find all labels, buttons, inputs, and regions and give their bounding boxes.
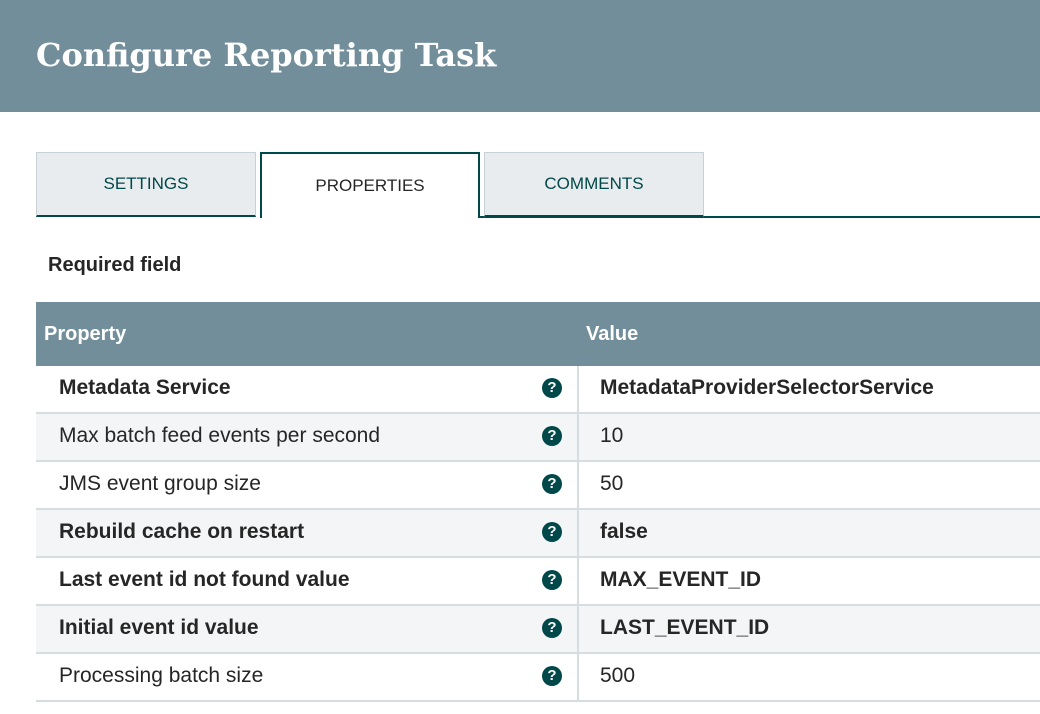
property-name: JMS event group size <box>59 472 261 495</box>
header-value[interactable]: Value <box>586 323 638 346</box>
tab-comments[interactable]: COMMENTS <box>484 152 704 217</box>
column-divider <box>577 510 579 556</box>
required-field-legend: Required field <box>48 254 182 276</box>
table-header: Property Value <box>36 302 1040 366</box>
tab-properties[interactable]: PROPERTIES <box>260 152 480 218</box>
table-row[interactable]: Rebuild cache on restart ? false <box>36 510 1040 558</box>
column-divider <box>577 606 579 652</box>
help-icon[interactable]: ? <box>542 474 562 494</box>
help-icon[interactable]: ? <box>542 618 562 638</box>
property-value[interactable]: MetadataProviderSelectorService <box>600 376 934 400</box>
property-name: Initial event id value <box>59 616 259 639</box>
table-row[interactable]: Last event id not found value ? MAX_EVEN… <box>36 558 1040 606</box>
property-name: Processing batch size <box>59 664 264 687</box>
help-icon[interactable]: ? <box>542 378 562 398</box>
property-name: Max batch feed events per second <box>59 424 381 447</box>
help-icon[interactable]: ? <box>542 666 562 686</box>
help-icon[interactable]: ? <box>542 426 562 446</box>
column-divider <box>577 366 579 412</box>
table-row[interactable]: Max batch feed events per second ? 10 <box>36 414 1040 462</box>
table-row[interactable]: Initial event id value ? LAST_EVENT_ID <box>36 606 1040 654</box>
column-divider <box>577 414 579 460</box>
help-icon[interactable]: ? <box>542 522 562 542</box>
property-name: Metadata Service <box>59 376 231 399</box>
table-row[interactable]: JMS event group size ? 50 <box>36 462 1040 510</box>
header-property[interactable]: Property <box>44 323 126 346</box>
property-value[interactable]: LAST_EVENT_ID <box>600 616 769 640</box>
property-value[interactable]: 50 <box>600 472 623 496</box>
property-value[interactable]: MAX_EVENT_ID <box>600 568 761 592</box>
table-row[interactable]: Metadata Service ? MetadataProviderSelec… <box>36 366 1040 414</box>
dialog-title: Configure Reporting Task <box>0 0 1040 112</box>
help-icon[interactable]: ? <box>542 570 562 590</box>
table-row[interactable]: Processing batch size ? 500 <box>36 654 1040 702</box>
property-value[interactable]: 10 <box>600 424 623 448</box>
column-divider <box>577 558 579 604</box>
property-value[interactable]: 500 <box>600 664 635 688</box>
tab-settings[interactable]: SETTINGS <box>36 152 256 217</box>
property-name: Rebuild cache on restart <box>59 520 305 543</box>
column-divider <box>577 462 579 508</box>
tab-bar: SETTINGS PROPERTIES COMMENTS <box>0 152 1040 218</box>
column-divider <box>577 654 579 700</box>
properties-table: Property Value Metadata Service ? Metada… <box>36 302 1040 702</box>
property-value[interactable]: false <box>600 520 648 544</box>
property-name: Last event id not found value <box>59 568 350 591</box>
